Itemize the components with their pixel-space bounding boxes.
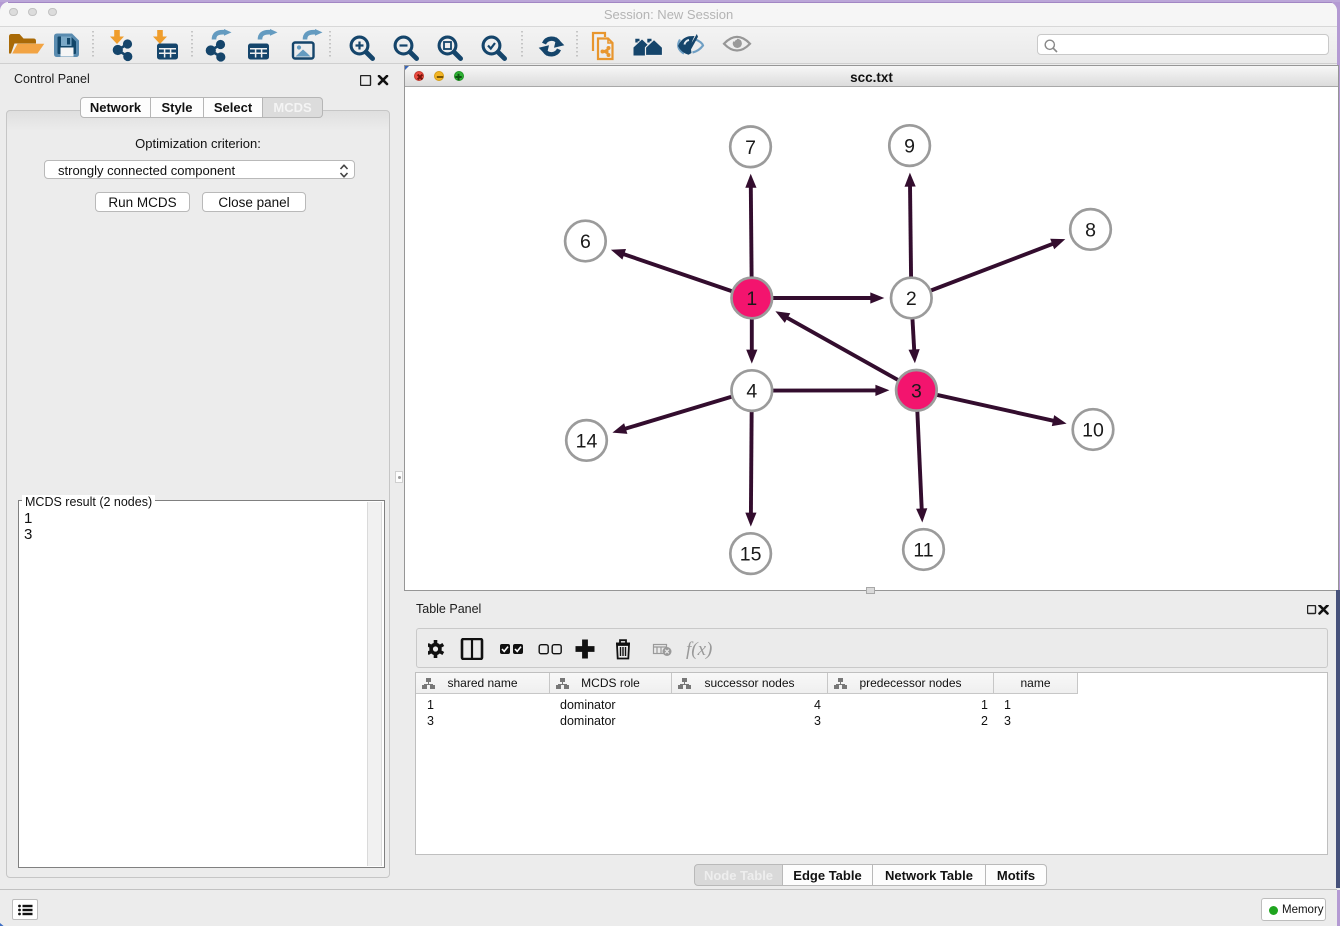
svg-text:15: 15: [740, 544, 762, 566]
svg-text:4: 4: [746, 381, 757, 403]
svg-text:f(x): f(x): [686, 639, 712, 660]
svg-text:9: 9: [904, 136, 915, 158]
svg-text:11: 11: [913, 540, 933, 562]
svg-text:1: 1: [746, 288, 757, 310]
svg-text:3: 3: [911, 380, 922, 402]
svg-text:6: 6: [580, 231, 591, 253]
svg-text:14: 14: [576, 430, 598, 452]
svg-text:7: 7: [745, 137, 756, 159]
svg-text:8: 8: [1085, 219, 1096, 241]
svg-text:10: 10: [1082, 420, 1104, 442]
svg-text:2: 2: [906, 288, 917, 310]
